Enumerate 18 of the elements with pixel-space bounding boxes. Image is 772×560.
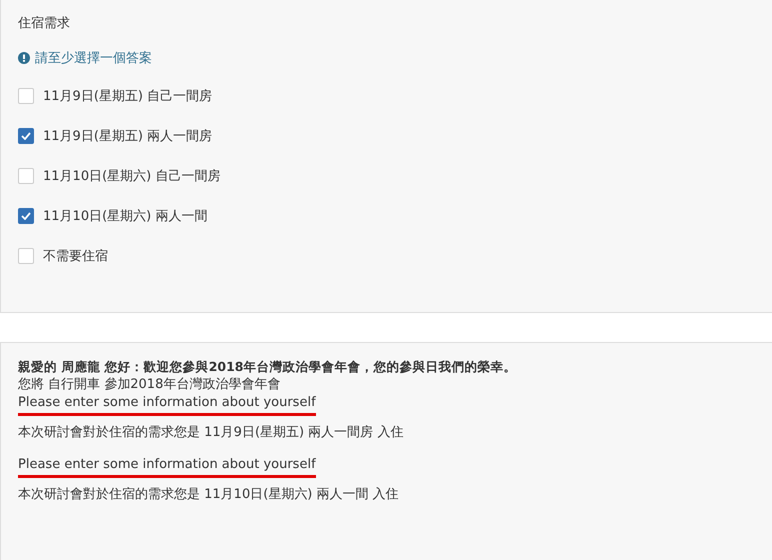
warning-text: 請至少選擇一個答案 xyxy=(35,50,152,67)
checkbox[interactable] xyxy=(18,128,34,144)
checkmark-icon xyxy=(21,132,31,140)
option-label: 不需要住宿 xyxy=(43,248,108,265)
underlined-text: Please enter some information about yourself xyxy=(18,456,316,478)
option-label: 11月9日(星期五) 兩人一間房 xyxy=(43,128,212,145)
checkmark-icon xyxy=(21,212,31,220)
checkbox[interactable] xyxy=(18,208,34,224)
option-label: 11月9日(星期五) 自己一間房 xyxy=(43,88,212,105)
summary-text: 您將 自行開車 參加2018年台灣政治學會年會 xyxy=(18,376,280,394)
underlined-text: Please enter some information about yourself xyxy=(18,394,316,416)
summary-text: 親愛的 周應龍 您好：歡迎您參與2018年台灣政治學會年會，您的參與日我們的榮幸。 xyxy=(18,358,516,376)
summary-text: 本次研討會對於住宿的需求您是 11月10日(星期六) 兩人一間 入住 xyxy=(18,486,399,504)
option-label: 11月10日(星期六) 自己一間房 xyxy=(43,168,220,185)
summary-text: 本次研討會對於住宿的需求您是 11月9日(星期五) 兩人一間房 入住 xyxy=(18,424,404,442)
question-title: 住宿需求 xyxy=(18,15,71,33)
warning-icon xyxy=(18,52,30,64)
option-label: 11月10日(星期六) 兩人一間 xyxy=(43,208,208,225)
